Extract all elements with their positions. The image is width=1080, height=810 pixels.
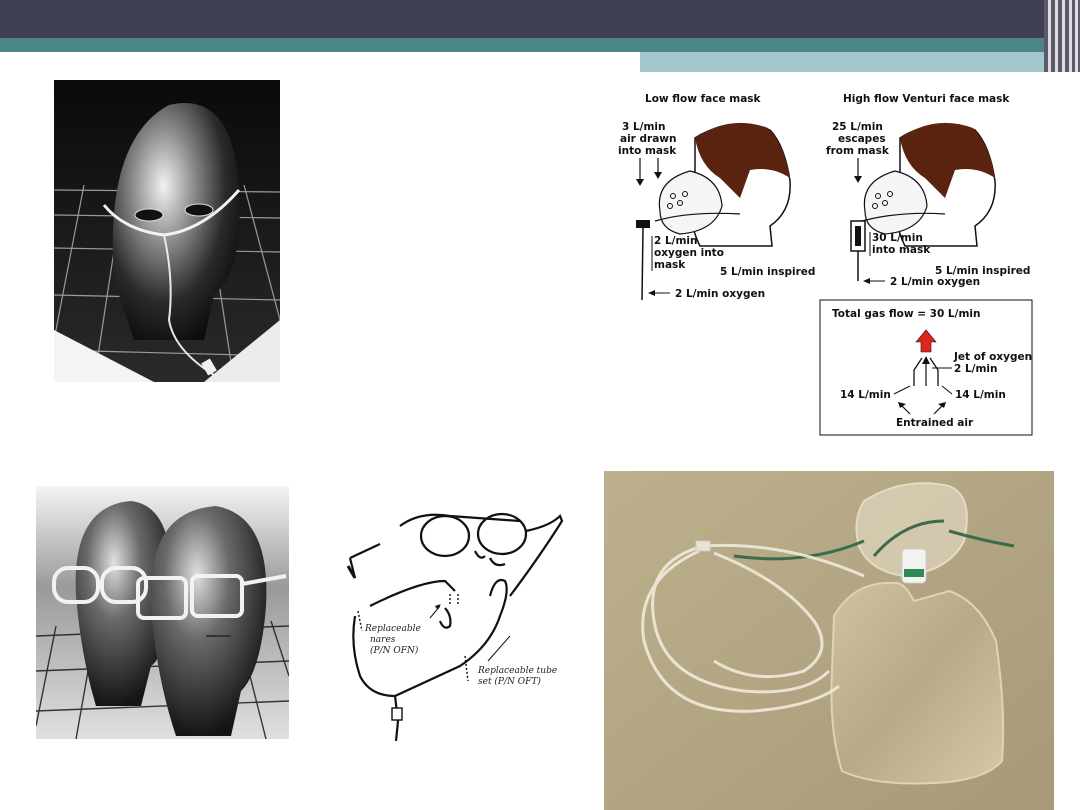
entrained-air-label: Entrained air	[896, 417, 974, 429]
low-air-label-1: 3 L/min	[622, 121, 666, 133]
high-into-label-1: 30 L/min	[872, 232, 923, 244]
entrained-left-label: 14 L/min	[840, 389, 891, 401]
jet-of-oxygen-label-1: Jet of oxygen	[953, 351, 1032, 363]
low-o2-label-3: mask	[654, 259, 686, 271]
low-inspired-label: 5 L/min inspired	[720, 266, 815, 278]
low-o2-label-1: 2 L/min	[654, 235, 698, 247]
low-air-label-2: air drawn	[620, 133, 676, 145]
non-rebreather-mask-photo	[604, 471, 1054, 810]
mask-flow-diagram: Low flow face mask High flow Venturi fac…	[618, 93, 1033, 436]
low-o2-label-2: oxygen into	[654, 247, 724, 259]
high-into-label-2: into mask	[872, 244, 931, 256]
corner-stripes	[1044, 0, 1080, 72]
high-escape-label-3: from mask	[826, 145, 890, 157]
nares-label-3: (P/N OFN)	[370, 645, 419, 656]
tube-set-label-1: Replaceable tube	[477, 666, 557, 676]
entrained-right-label: 14 L/min	[955, 389, 1006, 401]
high-escape-label-1: 25 L/min	[832, 121, 883, 133]
tube-set-label-2: set (P/N OFT)	[478, 676, 541, 687]
jet-of-oxygen-label-2: 2 L/min	[954, 363, 998, 375]
low-oxygen-label: 2 L/min oxygen	[675, 288, 765, 300]
low-air-label-3: into mask	[618, 145, 677, 157]
header-light-accent	[640, 52, 1080, 72]
high-flow-title: High flow Venturi face mask	[843, 93, 1010, 105]
high-oxygen-label: 2 L/min oxygen	[890, 276, 980, 288]
nasal-cannula-mannequin-photo	[54, 80, 280, 382]
header-accent-bar	[0, 38, 1080, 52]
nares-label-1: Replaceable	[364, 624, 421, 634]
low-flow-title: Low flow face mask	[645, 93, 762, 105]
nares-label-2: nares	[370, 635, 396, 645]
total-gas-flow-label: Total gas flow = 30 L/min	[832, 308, 980, 320]
high-escape-label-2: escapes	[838, 133, 886, 145]
glasses-cannula-line-drawing: Replaceable nares (P/N OFN) Replaceable …	[346, 512, 564, 742]
glasses-cannula-mannequins-photo	[36, 486, 289, 739]
header-bar	[0, 0, 1080, 38]
